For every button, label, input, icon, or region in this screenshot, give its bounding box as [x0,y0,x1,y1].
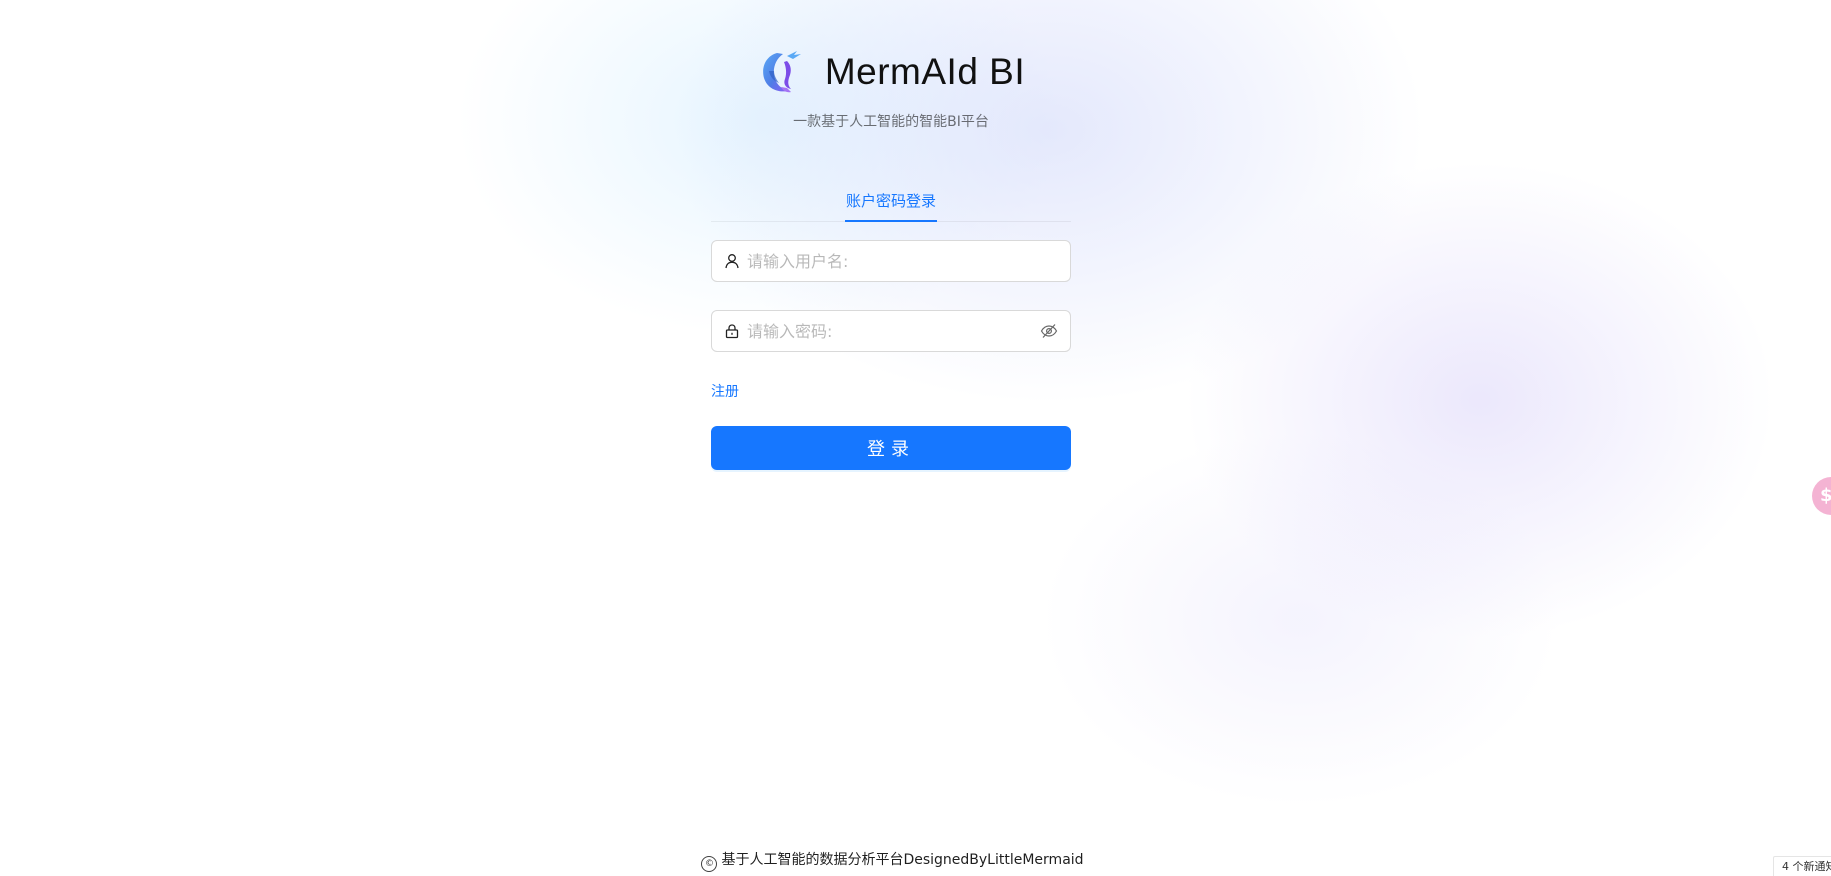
copyright-icon: © [701,856,718,872]
login-button[interactable]: 登录 [711,426,1071,470]
username-field[interactable] [711,240,1071,282]
login-container: MermAId BI 一款基于人工智能的智能BI平台 账户密码登录 请输入用户名… [711,0,1071,470]
eye-invisible-icon[interactable] [1039,321,1059,341]
mermaid-logo [762,51,801,93]
app-subtitle: 一款基于人工智能的智能BI平台 [793,114,989,130]
register-row: 注册 [711,380,1071,402]
app-title: MermAId BI [824,51,1026,92]
password-field[interactable] [711,310,1071,352]
lock-icon [723,322,741,340]
page-footer: © 基于人工智能的数据分析平台DesignedByLittleMermaid [0,849,1831,872]
register-link[interactable]: 注册 [711,381,739,401]
footer-text: 基于人工智能的数据分析平台DesignedByLittleMermaid [721,852,1084,868]
login-tabs: 账户密码登录 [711,181,1071,222]
login-header: MermAId BI 一款基于人工智能的智能BI平台 [711,0,1071,131]
tab-account-password-login[interactable]: 账户密码登录 [844,181,938,222]
dollar-icon: $ [1820,485,1831,506]
notification-badge[interactable]: 4 个新通知 [1773,856,1831,876]
title-row: MermAId BI [711,47,1071,97]
password-input[interactable] [745,321,1039,341]
username-input[interactable] [745,251,1059,271]
login-form: 注册 登录 [711,240,1071,470]
user-icon [723,252,741,270]
